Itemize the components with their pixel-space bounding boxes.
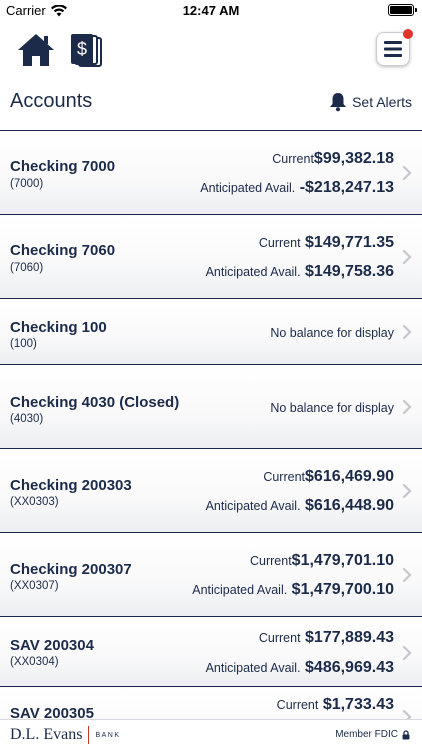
available-balance: $616,448.90 <box>305 497 394 514</box>
no-balance-message: No balance for display <box>270 401 394 415</box>
available-balance-line: Anticipated Avail. $486,969.43 <box>206 659 394 677</box>
battery-icon <box>388 4 417 16</box>
current-balance: $1,733.43 <box>322 696 394 713</box>
status-bar: Carrier 12:47 AM <box>0 0 422 22</box>
account-list: Checking 7000 (7000) Current$99,382.18 A… <box>0 130 422 719</box>
account-name: SAV 200304 <box>10 637 94 654</box>
chevron-right-icon <box>402 709 412 719</box>
current-balance: $1,479,701.10 <box>291 552 394 569</box>
account-number: (4030) <box>10 413 44 425</box>
available-balance: $149,758.36 <box>305 263 394 280</box>
accounts-header: Accounts Set Alerts <box>0 86 422 120</box>
footer: D.L. Evans BANK Member FDIC <box>0 719 422 750</box>
account-row[interactable]: SAV 200305 Current $1,733.43 <box>0 686 422 719</box>
available-balance-line: Anticipated Avail. $616,448.90 <box>206 497 394 515</box>
current-balance-line: Current$99,382.18 <box>272 150 394 168</box>
bank-logo: D.L. Evans BANK <box>10 726 121 744</box>
fdic-label: Member FDIC <box>335 729 398 740</box>
notification-badge <box>403 29 413 39</box>
available-balance-line: Anticipated Avail. $149,758.36 <box>206 263 394 281</box>
account-row[interactable]: Checking 7060 (7060) Current $149,771.35… <box>0 214 422 298</box>
current-label: Current <box>258 236 301 250</box>
current-balance: $177,889.43 <box>305 629 394 646</box>
status-time: 12:47 AM <box>182 3 240 18</box>
available-label: Anticipated Avail. <box>192 583 288 597</box>
account-name: Checking 7060 <box>10 242 116 259</box>
svg-text:$: $ <box>77 39 87 59</box>
current-label: Current <box>258 631 301 645</box>
current-balance-line: Current $177,889.43 <box>259 629 394 647</box>
member-fdic: Member FDIC <box>335 729 410 740</box>
home-button[interactable] <box>16 32 56 70</box>
current-balance: $99,382.18 <box>313 150 394 167</box>
lock-icon <box>402 729 410 739</box>
logo-bank: BANK <box>95 731 121 739</box>
chevron-right-icon <box>402 249 412 265</box>
account-row[interactable]: SAV 200304 (XX0304) Current $177,889.43 … <box>0 616 422 686</box>
set-alerts-button[interactable]: Set Alerts <box>329 92 412 112</box>
account-row[interactable]: Checking 200303 (XX0303) Current$616,469… <box>0 448 422 532</box>
current-label: Current <box>272 152 314 166</box>
set-alerts-label: Set Alerts <box>352 94 412 110</box>
page-title: Accounts <box>10 90 93 112</box>
account-row[interactable]: Checking 100 (100) No balance for displa… <box>0 298 422 364</box>
current-label: Current <box>263 470 306 484</box>
current-label: Current <box>276 698 319 712</box>
available-balance: $1,479,700.10 <box>291 581 394 598</box>
account-name: Checking 200303 <box>10 477 132 494</box>
account-row[interactable]: Checking 4030 (Closed) (4030) No balance… <box>0 364 422 448</box>
available-balance: $486,969.43 <box>305 659 394 676</box>
chevron-right-icon <box>402 483 412 499</box>
available-balance: -$218,247.13 <box>299 179 394 196</box>
home-icon <box>18 34 54 66</box>
chevron-right-icon <box>402 165 412 181</box>
account-name: SAV 200305 <box>10 705 94 719</box>
top-nav: $ <box>0 29 422 74</box>
account-number: (XX0304) <box>10 656 59 668</box>
available-label: Anticipated Avail. <box>200 181 296 195</box>
available-balance-line: Anticipated Avail. $1,479,700.10 <box>192 581 394 599</box>
battery-fill <box>390 6 412 14</box>
account-number: (XX0307) <box>10 580 59 592</box>
dollar-document-icon: $ <box>71 34 102 67</box>
logo-divider <box>88 726 90 744</box>
chevron-right-icon <box>402 567 412 583</box>
current-balance: $149,771.35 <box>305 234 394 251</box>
current-balance-line: Current $149,771.35 <box>259 234 394 252</box>
account-name: Checking 200307 <box>10 561 132 578</box>
account-number: (7060) <box>10 262 44 274</box>
logo-name: D.L. Evans <box>10 726 83 743</box>
account-name: Checking 7000 <box>10 158 116 175</box>
current-balance-line: Current$1,479,701.10 <box>250 552 394 570</box>
available-label: Anticipated Avail. <box>205 499 301 513</box>
account-row[interactable]: Checking 7000 (7000) Current$99,382.18 A… <box>0 130 422 214</box>
transfer-button[interactable]: $ <box>70 32 104 70</box>
menu-button[interactable] <box>376 29 413 66</box>
account-name: Checking 100 <box>10 319 107 336</box>
hamburger-menu-icon <box>384 41 402 57</box>
account-number: (100) <box>10 338 37 350</box>
available-balance-line: Anticipated Avail. -$218,247.13 <box>200 179 394 197</box>
current-label: Current <box>249 554 292 568</box>
current-balance-line: Current$616,469.90 <box>263 468 394 486</box>
account-number: (XX0303) <box>10 496 59 508</box>
chevron-right-icon <box>402 399 412 415</box>
available-label: Anticipated Avail. <box>205 265 301 279</box>
chevron-right-icon <box>402 645 412 661</box>
available-label: Anticipated Avail. <box>205 661 301 675</box>
current-balance-line: Current $1,733.43 <box>277 696 394 714</box>
bell-icon <box>330 93 347 112</box>
account-row[interactable]: Checking 200307 (XX0307) Current$1,479,7… <box>0 532 422 616</box>
no-balance-message: No balance for display <box>270 326 394 340</box>
current-balance: $616,469.90 <box>305 468 394 485</box>
account-number: (7000) <box>10 178 44 190</box>
account-name: Checking 4030 (Closed) <box>10 394 180 411</box>
chevron-right-icon <box>402 324 412 340</box>
